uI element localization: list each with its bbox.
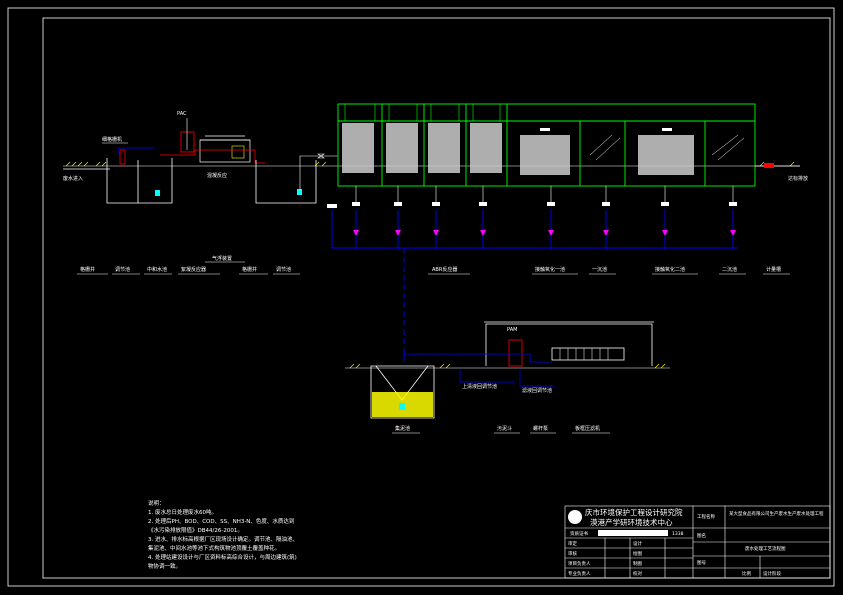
pam-tank: [508, 339, 523, 367]
process-flow-drawing: 废水进入 PAC 细格栅机 混凝反应 达标排放 气浮装置 格栅井 调节池 中和水…: [7, 7, 835, 587]
tb-row-left: 专业负责人: [568, 570, 591, 577]
pac-tank: [180, 131, 195, 153]
sludge-valves: [327, 202, 737, 208]
filter-press: [551, 347, 625, 361]
note-line: 1. 废水总日处理废水60吨。: [148, 508, 217, 516]
project-value: 某大型食品有限公司生产废水生产废水处理工程: [729, 510, 824, 517]
note-line: 《水污染排放限值》DB44/26-2001。: [148, 526, 243, 534]
tb-row-left: 审定: [568, 540, 577, 547]
transfer-pipe-1: [160, 149, 265, 164]
pac-label: PAC: [177, 111, 187, 117]
aerator-symbols: [540, 128, 672, 131]
valve-markers: [353, 230, 736, 236]
unit-label: 接触氧化二池: [655, 266, 685, 273]
note-line: 2. 处理后PH、BOD、COD、SS、NH3-N、色度、水质达到: [148, 517, 294, 525]
tb-row-mid: 制图: [633, 560, 642, 567]
supernatant-label: 上清液回调节池: [462, 383, 497, 390]
abr-media-panels: [342, 123, 694, 175]
grid-label: 细格栅机: [102, 136, 122, 143]
grid-well-tank: [106, 158, 173, 204]
unit-label: 调节池: [115, 266, 130, 273]
drawing-value: 废水处理工艺流程图: [745, 545, 786, 552]
unit-label: 格栅井: [80, 266, 95, 273]
grid-bar-screen: [119, 149, 126, 165]
sludge-labels: 污泥斗 螺杆泵 板框压滤机: [497, 425, 600, 432]
transfer-pipe-2: [299, 155, 338, 190]
cert-bar: [598, 530, 668, 536]
notes-title: 说明：: [148, 499, 165, 507]
filtrate-label: 滤液回调节池: [522, 387, 552, 394]
sludge-label: 螺杆泵: [533, 425, 548, 432]
design-notes: 说明： 1. 废水总日处理废水60吨。 2. 处理后PH、BOD、COD、SS、…: [148, 499, 298, 570]
unit-label: 计量槽: [766, 266, 781, 273]
institute-logo: [568, 510, 582, 524]
reactor-mixer: [231, 145, 245, 159]
unit-label: 絮凝反应器: [181, 266, 206, 273]
project-label: 工程名称: [697, 513, 715, 520]
sludge-label: 污泥斗: [497, 425, 512, 432]
drawing-frame: [7, 7, 835, 587]
unit-label: 二沉池: [722, 266, 737, 273]
lift-pump-1: [155, 190, 160, 196]
filtrate-return: [519, 370, 555, 387]
unit-labels: 格栅井 调节池 中和水池 絮凝反应器 格栅井 调节池 ABR反应器 接触氧化一池…: [80, 266, 781, 273]
intermediate-tank: [255, 160, 317, 204]
sludge-pump: [399, 403, 405, 410]
tb-row-mid: 校对: [633, 570, 642, 577]
drawing-no-label: 图号: [697, 560, 706, 566]
sludge-label: 板框压滤机: [575, 425, 600, 432]
cert-number: 1338: [672, 531, 684, 537]
pam-label: PAM: [507, 327, 517, 333]
air-pipe-1: [117, 147, 155, 155]
sludge-tank-label: 集泥池: [395, 425, 410, 432]
lift-pump-2: [297, 189, 302, 195]
stage-label: 设计阶段: [763, 570, 781, 577]
institute-center: 漠港产学研环境技术中心: [590, 517, 673, 527]
unit-label: 格栅井: [242, 266, 257, 273]
institute-name: 庆市环境保护工程设计研究院: [585, 507, 683, 517]
bio-tank-top-ribs: [344, 104, 501, 121]
supernatant-return: [459, 370, 515, 383]
tb-row-mid: 绘图: [633, 550, 642, 557]
note-line: 4. 处理站建设设计与厂区资料标高综合设计，与周边建筑(筑): [148, 553, 297, 561]
filter-press-plates: [559, 348, 609, 360]
drawing-label: 图名: [697, 532, 706, 539]
unit-label: 中和水池: [147, 266, 167, 273]
inlet-label: 废水进入: [63, 175, 83, 182]
unit-label: 一沉池: [592, 266, 607, 273]
outlet-flowmeter: [764, 163, 774, 168]
cert-label: 资质证书: [570, 530, 588, 537]
note-line: 集泥池、中间水池等池下式构筑物池顶覆土覆盖种花。: [148, 544, 280, 552]
dosing-label: 混凝反应: [207, 172, 227, 179]
unit-label: 接触氧化一池: [535, 266, 565, 273]
sludge-feed-pipe: [403, 353, 552, 363]
note-line: 3. 进水、排水标高根据厂区现场设计确定。调节池、隔油池、: [148, 535, 298, 543]
scale-label: 比例: [742, 570, 751, 577]
note-line: 物协调一致。: [148, 562, 181, 570]
air-pipe-label: 气浮装置: [212, 255, 232, 262]
air-header: [331, 210, 738, 360]
unit-label: 调节池: [276, 266, 291, 273]
outlet-label: 达标排放: [788, 175, 808, 182]
tb-row-left: 项目负责人: [568, 560, 591, 567]
sludge-drop-pipes: [355, 186, 734, 202]
unit-label: ABR反应器: [432, 266, 457, 273]
tb-row-mid: 设计: [633, 540, 642, 547]
tb-row-left: 审核: [568, 550, 577, 557]
